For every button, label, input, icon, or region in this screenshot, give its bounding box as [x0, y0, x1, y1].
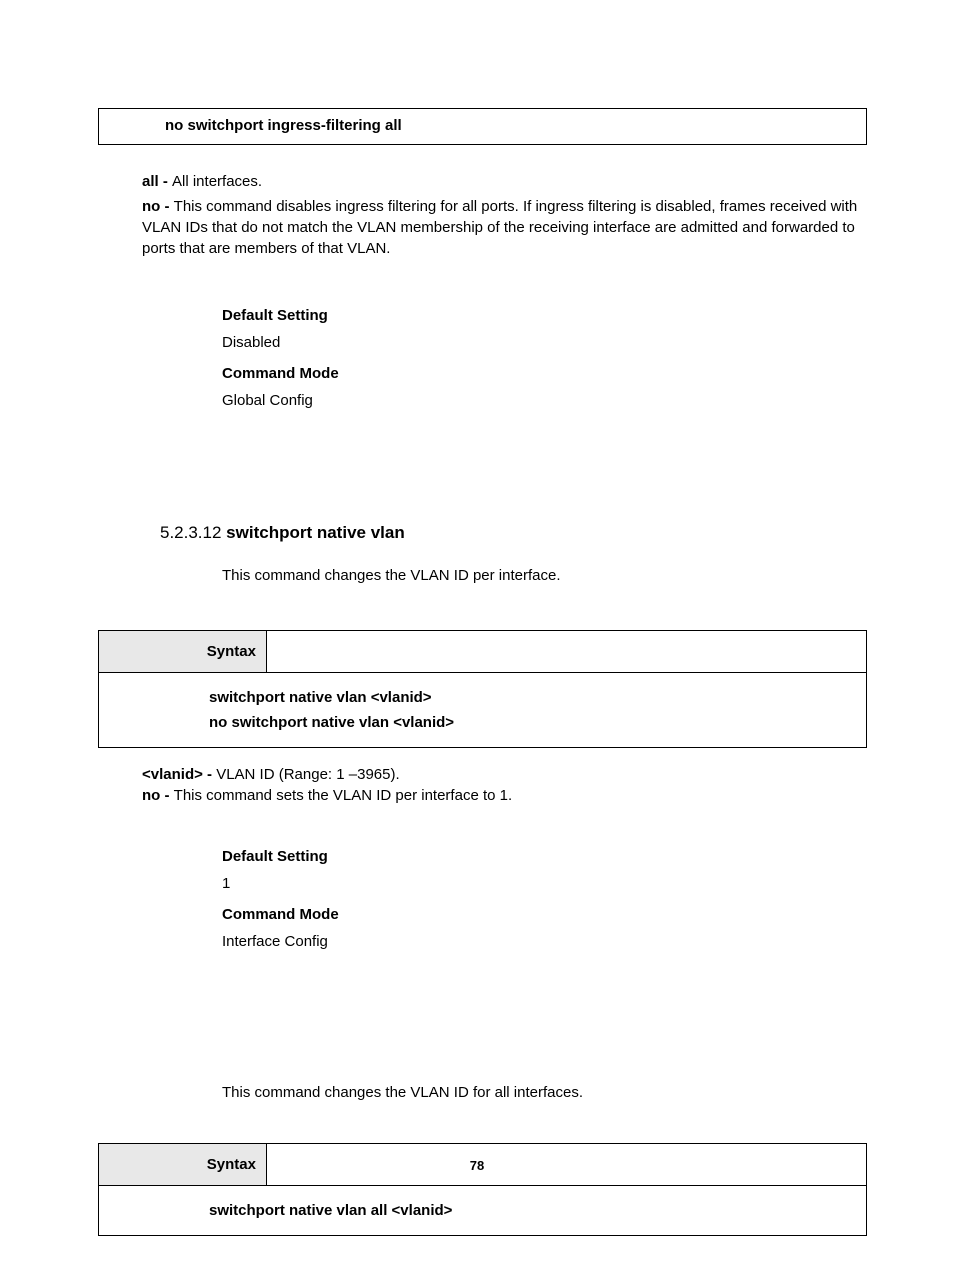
param-no: no - This command disables ingress filte…	[142, 196, 867, 259]
section-heading: 5.2.3.12 switchport native vlan	[160, 521, 867, 545]
command-mode-label-2: Command Mode	[222, 904, 867, 925]
syntax-line-2: no switchport native vlan <vlanid>	[209, 712, 856, 733]
param-vlanid-desc: VLAN ID (Range: 1 –3965).	[216, 766, 399, 783]
param-no-label: no -	[142, 198, 174, 215]
page-number: 78	[0, 1157, 954, 1175]
param-vlanid: <vlanid> - VLAN ID (Range: 1 –3965).	[142, 764, 867, 785]
default-setting-label-2: Default Setting	[222, 846, 867, 867]
param-all-label: all -	[142, 173, 172, 190]
section-title: switchport native vlan	[226, 523, 405, 542]
syntax-line-1: switchport native vlan <vlanid>	[209, 687, 856, 708]
settings-block-1: Default Setting Disabled Command Mode Gl…	[222, 305, 867, 411]
command-mode-value: Global Config	[222, 390, 867, 411]
param-no-desc: This command disables ingress filtering …	[142, 198, 857, 257]
param-all-desc: All interfaces.	[172, 173, 262, 190]
syntax-line-3: switchport native vlan all <vlanid>	[209, 1200, 856, 1221]
param-vlanid-label: <vlanid> -	[142, 766, 216, 783]
syntax-header-row: Syntax	[99, 631, 866, 673]
param-no-label-2: no -	[142, 787, 174, 804]
default-setting-label: Default Setting	[222, 305, 867, 326]
command-mode-label: Command Mode	[222, 363, 867, 384]
syntax-box-1: Syntax switchport native vlan <vlanid> n…	[98, 630, 867, 748]
syntax-body: switchport native vlan <vlanid> no switc…	[99, 673, 866, 747]
param-block-2: <vlanid> - VLAN ID (Range: 1 –3965). no …	[142, 764, 867, 806]
command-text: no switchport ingress-filtering all	[165, 117, 402, 134]
default-setting-value: Disabled	[222, 332, 867, 353]
param-no-desc-2: This command sets the VLAN ID per interf…	[174, 787, 512, 804]
section-number: 5.2.3.12	[160, 523, 226, 542]
secondary-desc: This command changes the VLAN ID for all…	[222, 1082, 867, 1103]
syntax-label: Syntax	[99, 631, 267, 673]
command-box-ingress: no switchport ingress-filtering all	[98, 108, 867, 145]
param-all: all - All interfaces.	[142, 171, 867, 192]
syntax-body-2: switchport native vlan all <vlanid>	[99, 1186, 866, 1235]
section-desc: This command changes the VLAN ID per int…	[222, 565, 867, 586]
default-setting-value-2: 1	[222, 873, 867, 894]
settings-block-2: Default Setting 1 Command Mode Interface…	[222, 846, 867, 952]
param-no-2: no - This command sets the VLAN ID per i…	[142, 785, 867, 806]
command-mode-value-2: Interface Config	[222, 931, 867, 952]
